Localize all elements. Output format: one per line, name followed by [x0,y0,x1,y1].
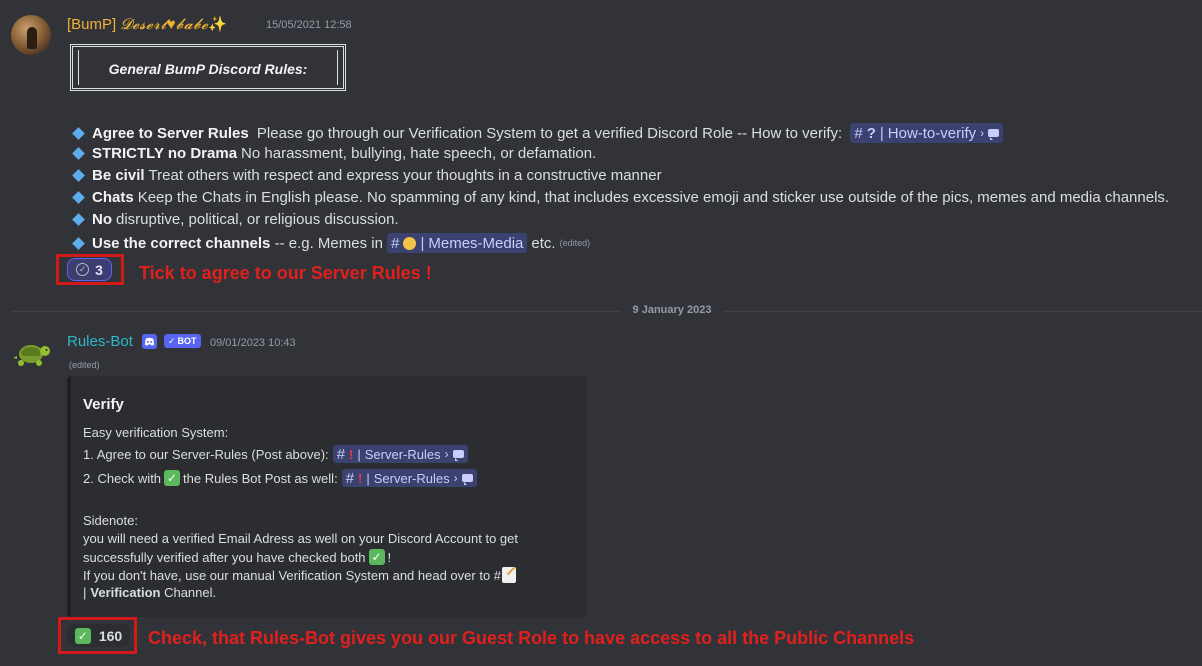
author-username[interactable]: [BumP] 𝓓𝓮𝓼𝓮𝓻𝓽♥𝓫𝓪𝓫𝓮✨ [67,15,227,33]
verify-embed: Verify Easy verification System: 1. Agre… [67,376,587,617]
hash-icon: # [345,469,355,487]
channel-name: Server-Rules [364,446,441,462]
blue-diamond-icon [72,147,85,160]
username-prefix: [BumP] [67,16,117,33]
embed-line: If you don't have, use our manual Verifi… [83,567,517,583]
yellow-circle-icon [403,236,417,250]
embed-line: Sidenote: [83,513,138,528]
rules-title-frame: General BumP Discord Rules: [70,44,346,91]
date-divider-line [11,311,621,312]
rule-item: STRICTLY no Drama No harassment, bullyin… [71,145,596,162]
date-divider-line [723,311,1202,312]
rule-bold: Use the correct channels [92,234,271,252]
turtle-avatar-icon[interactable] [11,338,51,370]
channel-mention-memes-media[interactable]: # | Memes-Media [387,233,528,253]
user-avatar[interactable] [11,15,51,55]
embed-line: 1. Agree to our Server-Rules (Post above… [83,445,468,463]
edited-label: (edited) [69,360,100,370]
bot-tag: ✓ BOT [164,334,201,348]
embed-line: you will need a verified Email Adress as… [83,531,518,546]
embed-line: | Verification Channel. [83,585,217,600]
rule-item: No disruptive, political, or religious d… [71,211,399,228]
blue-diamond-icon [72,191,85,204]
message-timestamp: 15/05/2021 12:58 [266,19,352,31]
highlight-box [58,617,137,654]
channel-mention-server-rules[interactable]: # ! | Server-Rules › [332,445,468,463]
discord-icon [142,334,157,349]
verified-check-icon: ✓ [168,335,176,346]
bot-tag-label: BOT [177,336,197,346]
memo-icon [502,567,517,583]
rule-text: disruptive, political, or religious disc… [116,211,399,228]
hash-icon: # [854,124,863,142]
rule-item: Use the correct channels -- e.g. Memes i… [71,233,590,253]
rule-bold: No [92,211,112,228]
embed-title: Verify [83,396,124,413]
rule-bold: Agree to Server Rules [92,124,249,142]
green-check-icon: ✓ [368,549,385,565]
rule-item: Be civil Treat others with respect and e… [71,167,662,184]
username-fancy: 𝓓𝓮𝓼𝓮𝓻𝓽 [120,15,167,33]
exclamation-icon: ! [349,446,354,462]
thread-bubble-icon [452,450,464,461]
rule-bold: Chats [92,189,134,206]
rule-text: Please go through our Verification Syste… [252,124,847,142]
blue-diamond-icon [72,169,85,182]
rule-bold: Be civil [92,167,145,184]
blue-diamond-icon [72,126,85,140]
rule-bold: STRICTLY no Drama [92,145,238,162]
chevron-right-icon: › [453,471,458,485]
rule-text: Keep the Chats in English please. No spa… [137,189,1170,206]
channel-mention-server-rules[interactable]: # ! | Server-Rules › [341,469,477,487]
green-check-icon: ✓ [164,470,181,486]
channel-link-verification[interactable]: Verification [90,585,160,600]
thread-bubble-icon [461,474,473,485]
date-divider: 9 January 2023 [632,304,712,316]
embed-line: Easy verification System: [83,425,229,440]
chevron-right-icon: › [980,126,985,140]
blue-diamond-icon [72,236,85,250]
rules-title: General BumP Discord Rules: [108,61,308,77]
hash-icon: # [336,445,346,463]
thread-bubble-icon [988,129,1000,140]
channel-name: Server-Rules [373,470,450,486]
rule-text: -- e.g. Memes in [270,234,388,252]
chevron-right-icon: › [444,447,449,461]
chat-page: [BumP] 𝓓𝓮𝓼𝓮𝓻𝓽♥𝓫𝓪𝓫𝓮✨ 15/05/2021 12:58 Gen… [0,0,1202,666]
rule-item: Agree to Server Rules Please go through … [71,123,1004,143]
channel-name: Memes-Media [428,234,524,252]
edited-label: (edited) [559,238,591,248]
message-timestamp: 09/01/2023 10:43 [210,337,296,349]
rule-text: No harassment, bullying, hate speech, or… [241,145,597,162]
annotation-text: Check, that Rules-Bot gives you our Gues… [148,628,915,648]
blue-diamond-icon [72,213,85,226]
heart-icon: ♥ [166,16,176,33]
annotation-text: Tick to agree to our Server Rules ! [139,263,432,283]
rule-text-after: etc. [531,234,556,252]
exclamation-icon: ! [358,470,363,486]
rule-text: Treat others with respect and express yo… [148,167,662,184]
highlight-box [56,254,124,285]
channel-mention-how-to-verify[interactable]: # ? | How-to-verify › [850,123,1004,143]
sparkle-icon: ✨ [208,16,228,33]
question-mark-icon: ? [866,124,876,142]
channel-name: How-to-verify [887,124,977,142]
hash-icon: # [391,234,400,252]
embed-line: successfully verified after you have che… [83,549,392,565]
embed-line: 2. Check with ✓ the Rules Bot Post as we… [83,469,477,487]
rule-item: Chats Keep the Chats in English please. … [71,189,1169,206]
bot-username[interactable]: Rules-Bot [67,333,133,350]
username-fancy-2: 𝓫𝓪𝓫𝓮 [175,15,209,33]
